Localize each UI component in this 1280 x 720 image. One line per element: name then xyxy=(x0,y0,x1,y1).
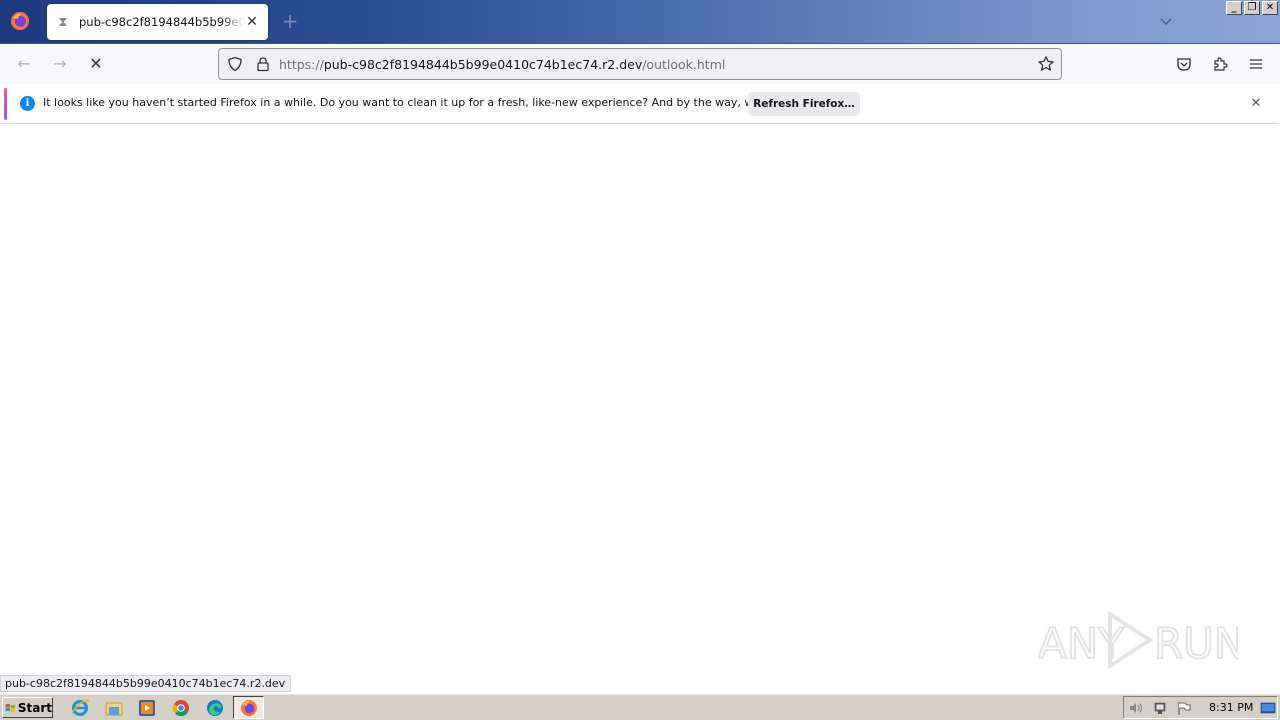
close-window-button[interactable]: ✕ xyxy=(1262,1,1278,15)
tab-active[interactable]: ⧗ pub-c98c2f8194844b5b99e0410c74b1ec74.r… xyxy=(47,4,268,40)
edge-icon[interactable] xyxy=(205,698,225,718)
volume-icon[interactable] xyxy=(1128,700,1144,716)
windows-taskbar: Start 8:31 PM xyxy=(0,693,1280,720)
page-content xyxy=(0,124,1280,692)
url-scheme: https:// xyxy=(279,57,324,72)
pocket-icon[interactable] xyxy=(1176,56,1192,72)
extensions-puzzle-icon[interactable] xyxy=(1212,56,1228,72)
window-controls: _ ❐ ✕ xyxy=(1226,1,1278,15)
firefox-taskbar-icon[interactable] xyxy=(239,698,259,718)
bookmark-star-icon[interactable] xyxy=(1037,55,1055,73)
new-tab-button[interactable]: + xyxy=(281,11,299,31)
hourglass-loading-icon: ⧗ xyxy=(58,14,68,30)
notification-accent-bar xyxy=(4,88,7,120)
restore-button[interactable]: ❐ xyxy=(1244,1,1260,15)
link-status-preview: pub-c98c2f8194844b5b99e0410c74b1ec74.r2.… xyxy=(0,675,292,692)
tracking-protection-shield-icon[interactable] xyxy=(227,56,243,72)
show-desktop-icon[interactable] xyxy=(1260,700,1276,716)
system-clock[interactable]: 8:31 PM xyxy=(1209,701,1253,714)
start-button[interactable]: Start xyxy=(2,697,53,718)
internet-explorer-icon[interactable] xyxy=(70,698,90,718)
url-path: /outlook.html xyxy=(642,57,726,72)
tab-close-icon[interactable]: ✕ xyxy=(244,14,260,30)
watermark-text-right: RUN xyxy=(1154,619,1238,668)
navigation-toolbar: ← → ✕ https://pub-c98c2f8194844b5b99e041… xyxy=(0,44,1280,84)
url-host: pub-c98c2f8194844b5b99e0410c74b1ec74.r2.… xyxy=(323,57,643,72)
chrome-icon[interactable] xyxy=(171,698,191,718)
chevron-down-icon xyxy=(1160,18,1172,25)
network-icon[interactable] xyxy=(1152,700,1168,716)
tab-title: pub-c98c2f8194844b5b99e0410c74b1ec74.r2.… xyxy=(79,15,245,29)
file-explorer-icon[interactable] xyxy=(104,698,124,718)
notification-close-icon[interactable]: ✕ xyxy=(1248,96,1264,112)
media-player-icon[interactable] xyxy=(137,698,157,718)
windows-flag-icon xyxy=(5,703,16,712)
forward-button[interactable]: → xyxy=(48,52,72,76)
info-icon: i xyxy=(20,96,35,111)
minimize-button[interactable]: _ xyxy=(1226,1,1242,15)
anyrun-watermark-logo: ANY RUN xyxy=(1038,610,1238,670)
firefox-menu-icon[interactable] xyxy=(10,11,30,31)
start-label: Start xyxy=(17,700,52,715)
back-button[interactable]: ← xyxy=(12,52,36,76)
url-bar[interactable]: https://pub-c98c2f8194844b5b99e0410c74b1… xyxy=(218,48,1062,80)
url-text[interactable]: https://pub-c98c2f8194844b5b99e0410c74b1… xyxy=(279,57,725,72)
notification-message: It looks like you haven’t started Firefo… xyxy=(43,96,828,109)
system-tray: 8:31 PM xyxy=(1123,696,1278,719)
browser-titlebar: ⧗ pub-c98c2f8194844b5b99e0410c74b1ec74.r… xyxy=(0,0,1280,44)
hamburger-menu-icon[interactable] xyxy=(1248,56,1264,72)
stop-loading-button[interactable]: ✕ xyxy=(84,52,108,76)
action-center-flag-icon[interactable] xyxy=(1176,700,1192,716)
lock-icon[interactable] xyxy=(255,56,271,72)
list-all-tabs-button[interactable] xyxy=(1158,14,1174,30)
refresh-firefox-button[interactable]: Refresh Firefox… xyxy=(748,92,860,116)
refresh-firefox-notification: i It looks like you haven’t started Fire… xyxy=(0,84,1280,124)
